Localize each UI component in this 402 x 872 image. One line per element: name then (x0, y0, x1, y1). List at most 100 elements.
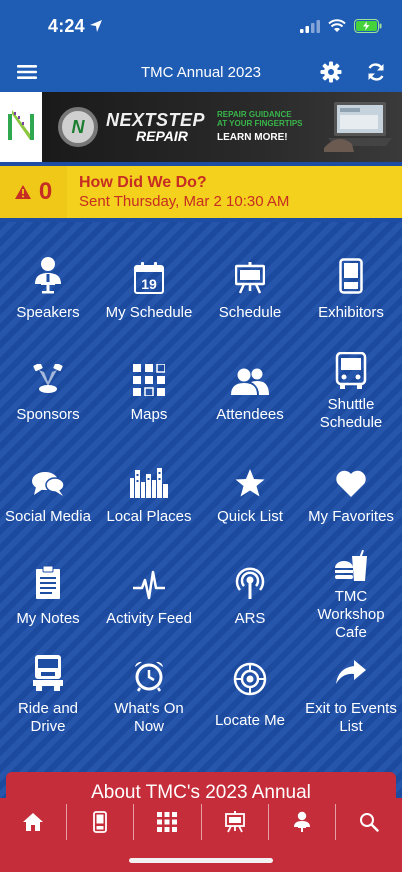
truck-icon (33, 655, 63, 691)
tile-speakers[interactable]: Speakers (0, 230, 98, 330)
broadcast-icon (235, 567, 265, 599)
tile-my-notes[interactable]: My Notes (0, 536, 98, 636)
alarm-clock-icon (135, 661, 163, 692)
tile-label: What's On Now (114, 700, 184, 735)
tile-label: My Schedule (105, 304, 193, 321)
tile-label: TMC Workshop Cafe (317, 588, 385, 641)
tile-schedule[interactable]: Schedule (200, 230, 300, 330)
tile-activity-feed[interactable]: Activity Feed (99, 536, 199, 636)
tab-schedule[interactable] (202, 804, 269, 840)
ad-brand-line1: NEXTSTEP (106, 110, 206, 130)
tab-maps[interactable] (134, 804, 202, 840)
notification-alert[interactable]: 0 How Did We Do? Sent Thursday, Mar 2 10… (0, 166, 402, 218)
gear-icon[interactable] (320, 61, 342, 83)
tile-label: Activity Feed (106, 610, 192, 627)
easel-icon (235, 262, 265, 294)
spotlight-icon (33, 364, 63, 393)
tile-my-favorites[interactable]: My Favorites (301, 434, 401, 534)
clock-text: 4:24 (48, 15, 85, 36)
alert-message: How Did We Do? Sent Thursday, Mar 2 10:3… (67, 173, 289, 212)
hamburger-menu-icon[interactable] (16, 64, 38, 80)
ad-brand: NEXTSTEP REPAIR (106, 111, 205, 143)
tile-social-media[interactable]: Social Media (0, 434, 98, 534)
crosshair-icon (233, 662, 267, 696)
laptop-illustration-icon (324, 102, 392, 152)
tile-attendees[interactable]: Attendees (200, 332, 300, 432)
tile-label: Exhibitors (318, 304, 384, 321)
tile-maps[interactable]: Maps (99, 332, 199, 432)
floorplan-grid-icon (157, 812, 178, 832)
refresh-icon[interactable] (366, 62, 386, 82)
notepad-icon (36, 566, 60, 599)
ad-brand-line2: REPAIR (136, 128, 188, 144)
tile-label: Speakers (16, 304, 80, 321)
calendar-day: 19 (141, 276, 157, 292)
calendar-icon: 19 (134, 262, 164, 294)
status-time: 4:24 (48, 16, 103, 37)
floorplan-grid-icon (133, 364, 165, 396)
tile-exhibitors[interactable]: Exhibitors (301, 230, 401, 330)
booth-icon (93, 811, 108, 833)
nextstep-gear-icon: N (58, 107, 98, 147)
tile-label: Sponsors (16, 406, 80, 423)
tile-quick-list[interactable]: Quick List (200, 434, 300, 534)
burger-drink-icon (335, 550, 367, 581)
search-icon (359, 813, 379, 832)
sponsor-logo (0, 92, 42, 162)
home-indicator[interactable] (129, 858, 273, 863)
tab-speakers[interactable] (269, 804, 336, 840)
tile-label: Shuttle Schedule (319, 396, 383, 431)
location-arrow-icon (89, 20, 102, 32)
speaker-icon (293, 811, 310, 832)
ad-tagline: REPAIR GUIDANCE AT YOUR FINGERTIPS LEARN… (217, 110, 303, 144)
feature-grid: Speakers 19 My Schedule Schedule Exhibit… (0, 222, 402, 800)
tile-whats-on-now[interactable]: What's On Now (99, 636, 199, 736)
tile-label: Ride and Drive (17, 700, 79, 735)
tile-label: Locate Me (214, 712, 286, 729)
tile-my-schedule[interactable]: 19 My Schedule (99, 230, 199, 330)
pulse-icon (133, 570, 165, 600)
chat-bubbles-icon (32, 472, 65, 496)
easel-icon (224, 811, 245, 833)
tile-label: ARS (234, 610, 266, 627)
star-icon (235, 469, 265, 497)
wifi-icon (328, 19, 346, 32)
tile-exit-to-events-list[interactable]: Exit to Events List (301, 636, 401, 736)
tile-ride-and-drive[interactable]: Ride and Drive (0, 636, 98, 736)
tab-search[interactable] (336, 804, 402, 840)
tile-ars[interactable]: ARS (200, 536, 300, 636)
share-arrow-icon (336, 660, 366, 684)
status-bar: 4:24 (0, 0, 402, 52)
tile-label: Quick List (217, 508, 283, 525)
ad-cta: LEARN MORE! (217, 132, 288, 144)
tile-label: Maps (130, 406, 168, 423)
tile-label: Schedule (218, 304, 282, 321)
tile-label: My Notes (16, 610, 80, 627)
sponsor-ad-banner[interactable]: N NEXTSTEP REPAIR REPAIR GUIDANCE AT YOU… (0, 92, 402, 162)
alert-count: 0 (38, 178, 53, 205)
tab-home[interactable] (0, 804, 68, 840)
n-logo-icon (8, 110, 34, 140)
cellular-signal-icon (300, 19, 320, 33)
heart-icon (336, 470, 366, 497)
tile-tmc-workshop-cafe[interactable]: TMC Workshop Cafe (301, 536, 401, 641)
home-icon (23, 813, 44, 831)
tile-label: Social Media (5, 508, 91, 525)
tile-local-places[interactable]: Local Places (99, 434, 199, 534)
alert-subtitle: Sent Thursday, Mar 2 10:30 AM (79, 192, 290, 210)
ad-tagline-2: AT YOUR FINGERTIPS (217, 119, 303, 129)
tile-label: Exit to Events List (305, 700, 397, 735)
tab-exhibitors[interactable] (67, 804, 135, 840)
booth-icon (339, 258, 363, 294)
tile-locate-me[interactable]: Locate Me (200, 636, 300, 736)
tile-shuttle-schedule[interactable]: Shuttle Schedule (301, 332, 401, 432)
city-skyline-icon (130, 468, 168, 498)
tile-label: Attendees (216, 406, 284, 423)
app-header: TMC Annual 2023 (0, 52, 402, 92)
tile-label: My Favorites (308, 508, 394, 525)
alert-count-box: 0 (0, 166, 67, 218)
warning-triangle-icon (14, 185, 31, 199)
ad-tagline-1: REPAIR GUIDANCE (217, 110, 292, 120)
tile-sponsors[interactable]: Sponsors (0, 332, 98, 432)
tile-label: Local Places (106, 508, 192, 525)
